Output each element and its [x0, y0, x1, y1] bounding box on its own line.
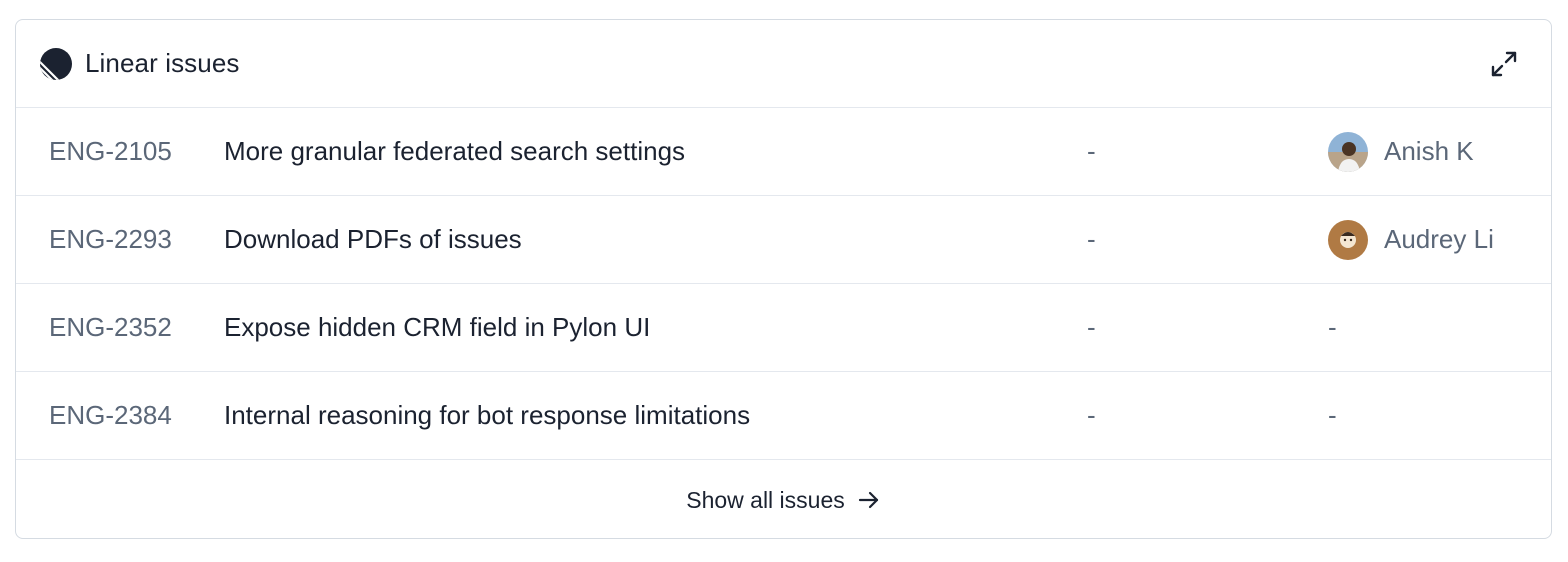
issue-id[interactable]: ENG-2293 [49, 224, 172, 255]
issue-status: - [1087, 136, 1096, 166]
issue-assignee: - [1328, 400, 1337, 431]
issue-status: - [1087, 400, 1096, 430]
issue-title[interactable]: Expose hidden CRM field in Pylon UI [224, 312, 650, 343]
table-row[interactable]: ENG-2384 Internal reasoning for bot resp… [16, 372, 1551, 460]
avatar [1328, 219, 1368, 260]
issue-assignee: Anish K [1328, 131, 1474, 172]
arrow-right-icon [858, 491, 878, 509]
issue-status: - [1087, 312, 1096, 342]
issue-status: - [1087, 224, 1096, 254]
table-row[interactable]: ENG-2352 Expose hidden CRM field in Pylo… [16, 284, 1551, 372]
show-all-issues-button[interactable]: Show all issues [16, 460, 1551, 538]
issue-assignee: Audrey Li [1328, 219, 1494, 260]
issue-title[interactable]: More granular federated search settings [224, 136, 685, 167]
expand-icon[interactable] [1490, 50, 1518, 78]
issue-id[interactable]: ENG-2384 [49, 400, 172, 431]
issue-id[interactable]: ENG-2105 [49, 136, 172, 167]
show-all-issues-label: Show all issues [686, 486, 845, 513]
linear-issues-card: Linear issues ENG-2105 More granular fed… [15, 19, 1552, 539]
issue-id[interactable]: ENG-2352 [49, 312, 172, 343]
assignee-name: Audrey Li [1384, 224, 1494, 254]
assignee-name: Anish K [1384, 136, 1474, 166]
linear-logo-icon [40, 47, 72, 80]
assignee-name: - [1328, 400, 1337, 430]
card-header: Linear issues [16, 20, 1551, 108]
assignee-name: - [1328, 312, 1337, 342]
issue-title[interactable]: Download PDFs of issues [224, 224, 522, 255]
issue-assignee: - [1328, 312, 1337, 343]
table-row[interactable]: ENG-2293 Download PDFs of issues - Audre… [16, 196, 1551, 284]
card-title: Linear issues [85, 48, 240, 78]
issue-title[interactable]: Internal reasoning for bot response limi… [224, 400, 750, 431]
table-row[interactable]: ENG-2105 More granular federated search … [16, 108, 1551, 196]
avatar [1328, 131, 1368, 172]
